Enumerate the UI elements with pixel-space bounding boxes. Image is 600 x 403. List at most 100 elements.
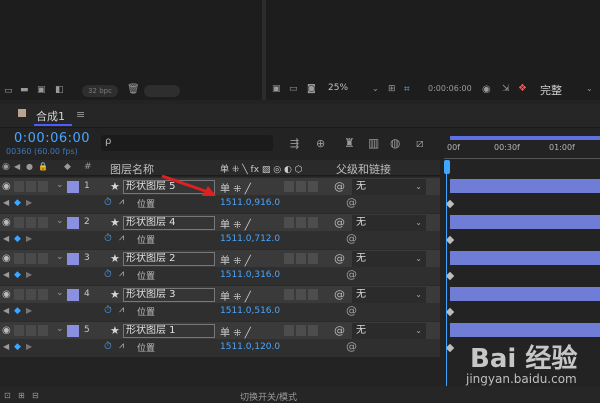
keyframe-toggle-icon[interactable]: ◆ xyxy=(14,306,21,316)
keyframe-toggle-icon[interactable]: ◆ xyxy=(14,342,21,352)
property-value[interactable]: 1511.0,316.0 xyxy=(220,270,280,280)
audio-toggle[interactable] xyxy=(14,289,24,300)
solo-header-icon[interactable]: ● xyxy=(26,162,33,171)
draft-3d-icon[interactable]: ⊕ xyxy=(316,137,325,150)
layer-duration-bar[interactable] xyxy=(450,215,600,229)
graph-icon[interactable]: ⩘ xyxy=(119,233,124,243)
keyframe-toggle-icon[interactable]: ◆ xyxy=(14,198,21,208)
lock-toggle[interactable] xyxy=(38,289,48,300)
eye-icon[interactable]: ◉ xyxy=(2,325,11,336)
switch-box[interactable] xyxy=(284,253,294,264)
property-row[interactable]: ◀ ◆ ▶ ⏱ ⩘ 位置 1511.0,916.0 @ xyxy=(0,195,440,213)
keyframe-marker[interactable] xyxy=(445,307,455,317)
switch-box[interactable] xyxy=(308,289,318,300)
motion-blur-icon[interactable]: ◍ xyxy=(390,136,400,150)
viewer-timecode[interactable]: 0:00:06:00 xyxy=(428,84,472,93)
footer-icon[interactable]: ⊡ xyxy=(4,391,11,400)
show-channel-icon[interactable]: ⇲ xyxy=(502,84,510,94)
switch-box[interactable] xyxy=(296,181,306,192)
chevron-down-icon[interactable]: ⌄ xyxy=(56,324,64,334)
layer-name[interactable]: 形状图层 1 xyxy=(123,324,215,338)
chevron-down-icon[interactable]: ⌄ xyxy=(586,84,593,93)
trash-icon[interactable]: 🗑 xyxy=(127,84,140,95)
switch-box[interactable] xyxy=(296,217,306,228)
keyframe-marker[interactable] xyxy=(445,271,455,281)
parent-dropdown[interactable]: 无 ⌄ xyxy=(352,215,426,231)
solo-toggle[interactable] xyxy=(26,181,36,192)
eye-icon[interactable]: ◉ xyxy=(2,181,11,192)
layer-name[interactable]: 形状图层 3 xyxy=(123,288,215,302)
graph-icon[interactable]: ⩘ xyxy=(119,341,124,351)
lock-toggle[interactable] xyxy=(38,217,48,228)
work-area-bar[interactable] xyxy=(450,136,600,140)
next-keyframe-icon[interactable]: ▶ xyxy=(26,270,32,279)
pick-whip-icon[interactable]: @ xyxy=(346,232,357,245)
prev-keyframe-icon[interactable]: ◀ xyxy=(3,306,9,315)
keyframe-marker[interactable] xyxy=(445,343,455,353)
next-keyframe-icon[interactable]: ▶ xyxy=(26,306,32,315)
prev-keyframe-icon[interactable]: ◀ xyxy=(3,234,9,243)
label-color-swatch[interactable] xyxy=(67,181,79,193)
switch-box[interactable] xyxy=(284,289,294,300)
layer-row[interactable]: ◉ ⌄ 1 ★ 形状图层 5单 ⁜ ╱ @ 无 ⌄ xyxy=(0,177,440,195)
switch-box[interactable] xyxy=(284,181,294,192)
switch-box[interactable] xyxy=(284,325,294,336)
next-keyframe-icon[interactable]: ▶ xyxy=(26,342,32,351)
new-folder-icon[interactable]: ▬ xyxy=(20,85,29,95)
stopwatch-icon[interactable]: ⏱ xyxy=(104,269,112,280)
color-channels-icon[interactable]: ❖ xyxy=(518,83,527,94)
chevron-down-icon[interactable]: ⌄ xyxy=(56,252,64,262)
solo-toggle[interactable] xyxy=(26,253,36,264)
layer-name[interactable]: 形状图层 2 xyxy=(123,252,215,266)
switch-box[interactable] xyxy=(308,181,318,192)
pick-whip-icon[interactable]: @ xyxy=(334,324,345,337)
resolution-dropdown[interactable]: 完整 xyxy=(540,82,562,98)
pick-whip-icon[interactable]: @ xyxy=(346,304,357,317)
tab-composition[interactable]: 合成1 xyxy=(36,108,65,124)
label-color-swatch[interactable] xyxy=(67,325,79,337)
frame-blending-icon[interactable]: ▥ xyxy=(368,136,379,150)
property-row[interactable]: ◀ ◆ ▶ ⏱ ⩘ 位置 1511.0,120.0 @ xyxy=(0,339,440,357)
switch-box[interactable] xyxy=(296,289,306,300)
switch-box[interactable] xyxy=(296,253,306,264)
property-row[interactable]: ◀ ◆ ▶ ⏱ ⩘ 位置 1511.0,516.0 @ xyxy=(0,303,440,321)
prev-keyframe-icon[interactable]: ◀ xyxy=(3,198,9,207)
layer-switches[interactable]: 单 ⁜ ╱ xyxy=(220,216,251,231)
parent-dropdown[interactable]: 无 ⌄ xyxy=(352,179,426,195)
toggle-switches-modes[interactable]: 切换开关/模式 xyxy=(240,390,297,403)
chevron-down-icon[interactable]: ⌄ xyxy=(56,216,64,226)
lock-toggle[interactable] xyxy=(38,181,48,192)
lock-header-icon[interactable]: 🔒 xyxy=(38,162,48,171)
switch-box[interactable] xyxy=(308,253,318,264)
switch-box[interactable] xyxy=(296,325,306,336)
label-color-swatch[interactable] xyxy=(67,289,79,301)
parent-dropdown[interactable]: 无 ⌄ xyxy=(352,251,426,267)
label-color-swatch[interactable] xyxy=(67,253,79,265)
solo-toggle[interactable] xyxy=(26,217,36,228)
playhead-handle[interactable] xyxy=(444,160,450,174)
layer-row[interactable]: ◉ ⌄ 5 ★ 形状图层 1单 ⁜ ╱ @ 无 ⌄ xyxy=(0,321,440,339)
audio-toggle[interactable] xyxy=(14,253,24,264)
eye-header-icon[interactable]: ◉ xyxy=(2,162,10,172)
graph-icon[interactable]: ⩘ xyxy=(119,305,124,315)
zoom-dropdown[interactable]: 25% xyxy=(328,83,348,93)
lock-toggle[interactable] xyxy=(38,325,48,336)
prev-keyframe-icon[interactable]: ◀ xyxy=(3,342,9,351)
layer-search-input[interactable]: ρ xyxy=(101,135,273,151)
eye-icon[interactable]: ◉ xyxy=(2,217,11,228)
keyframe-marker[interactable] xyxy=(445,235,455,245)
layer-switches[interactable]: 单 ⁜ ╱ xyxy=(220,252,251,267)
layer-row[interactable]: ◉ ⌄ 3 ★ 形状图层 2单 ⁜ ╱ @ 无 ⌄ xyxy=(0,249,440,267)
keyframe-toggle-icon[interactable]: ◆ xyxy=(14,234,21,244)
grid-icon[interactable]: ⊞ xyxy=(388,84,396,94)
stopwatch-icon[interactable]: ⏱ xyxy=(104,341,112,352)
playhead-line[interactable] xyxy=(446,174,447,400)
column-layer-name[interactable]: 图层名称 xyxy=(110,161,154,177)
layer-row[interactable]: ◉ ⌄ 4 ★ 形状图层 3单 ⁜ ╱ @ 无 ⌄ xyxy=(0,285,440,303)
footer-icon[interactable]: ⊞ xyxy=(18,391,25,400)
chevron-down-icon[interactable]: ⌄ xyxy=(56,288,64,298)
solo-toggle[interactable] xyxy=(26,289,36,300)
pick-whip-icon[interactable]: @ xyxy=(346,196,357,209)
column-parent-link[interactable]: 父级和链接 xyxy=(336,161,391,177)
layer-switches[interactable]: 单 ⁜ ╱ xyxy=(220,324,251,339)
